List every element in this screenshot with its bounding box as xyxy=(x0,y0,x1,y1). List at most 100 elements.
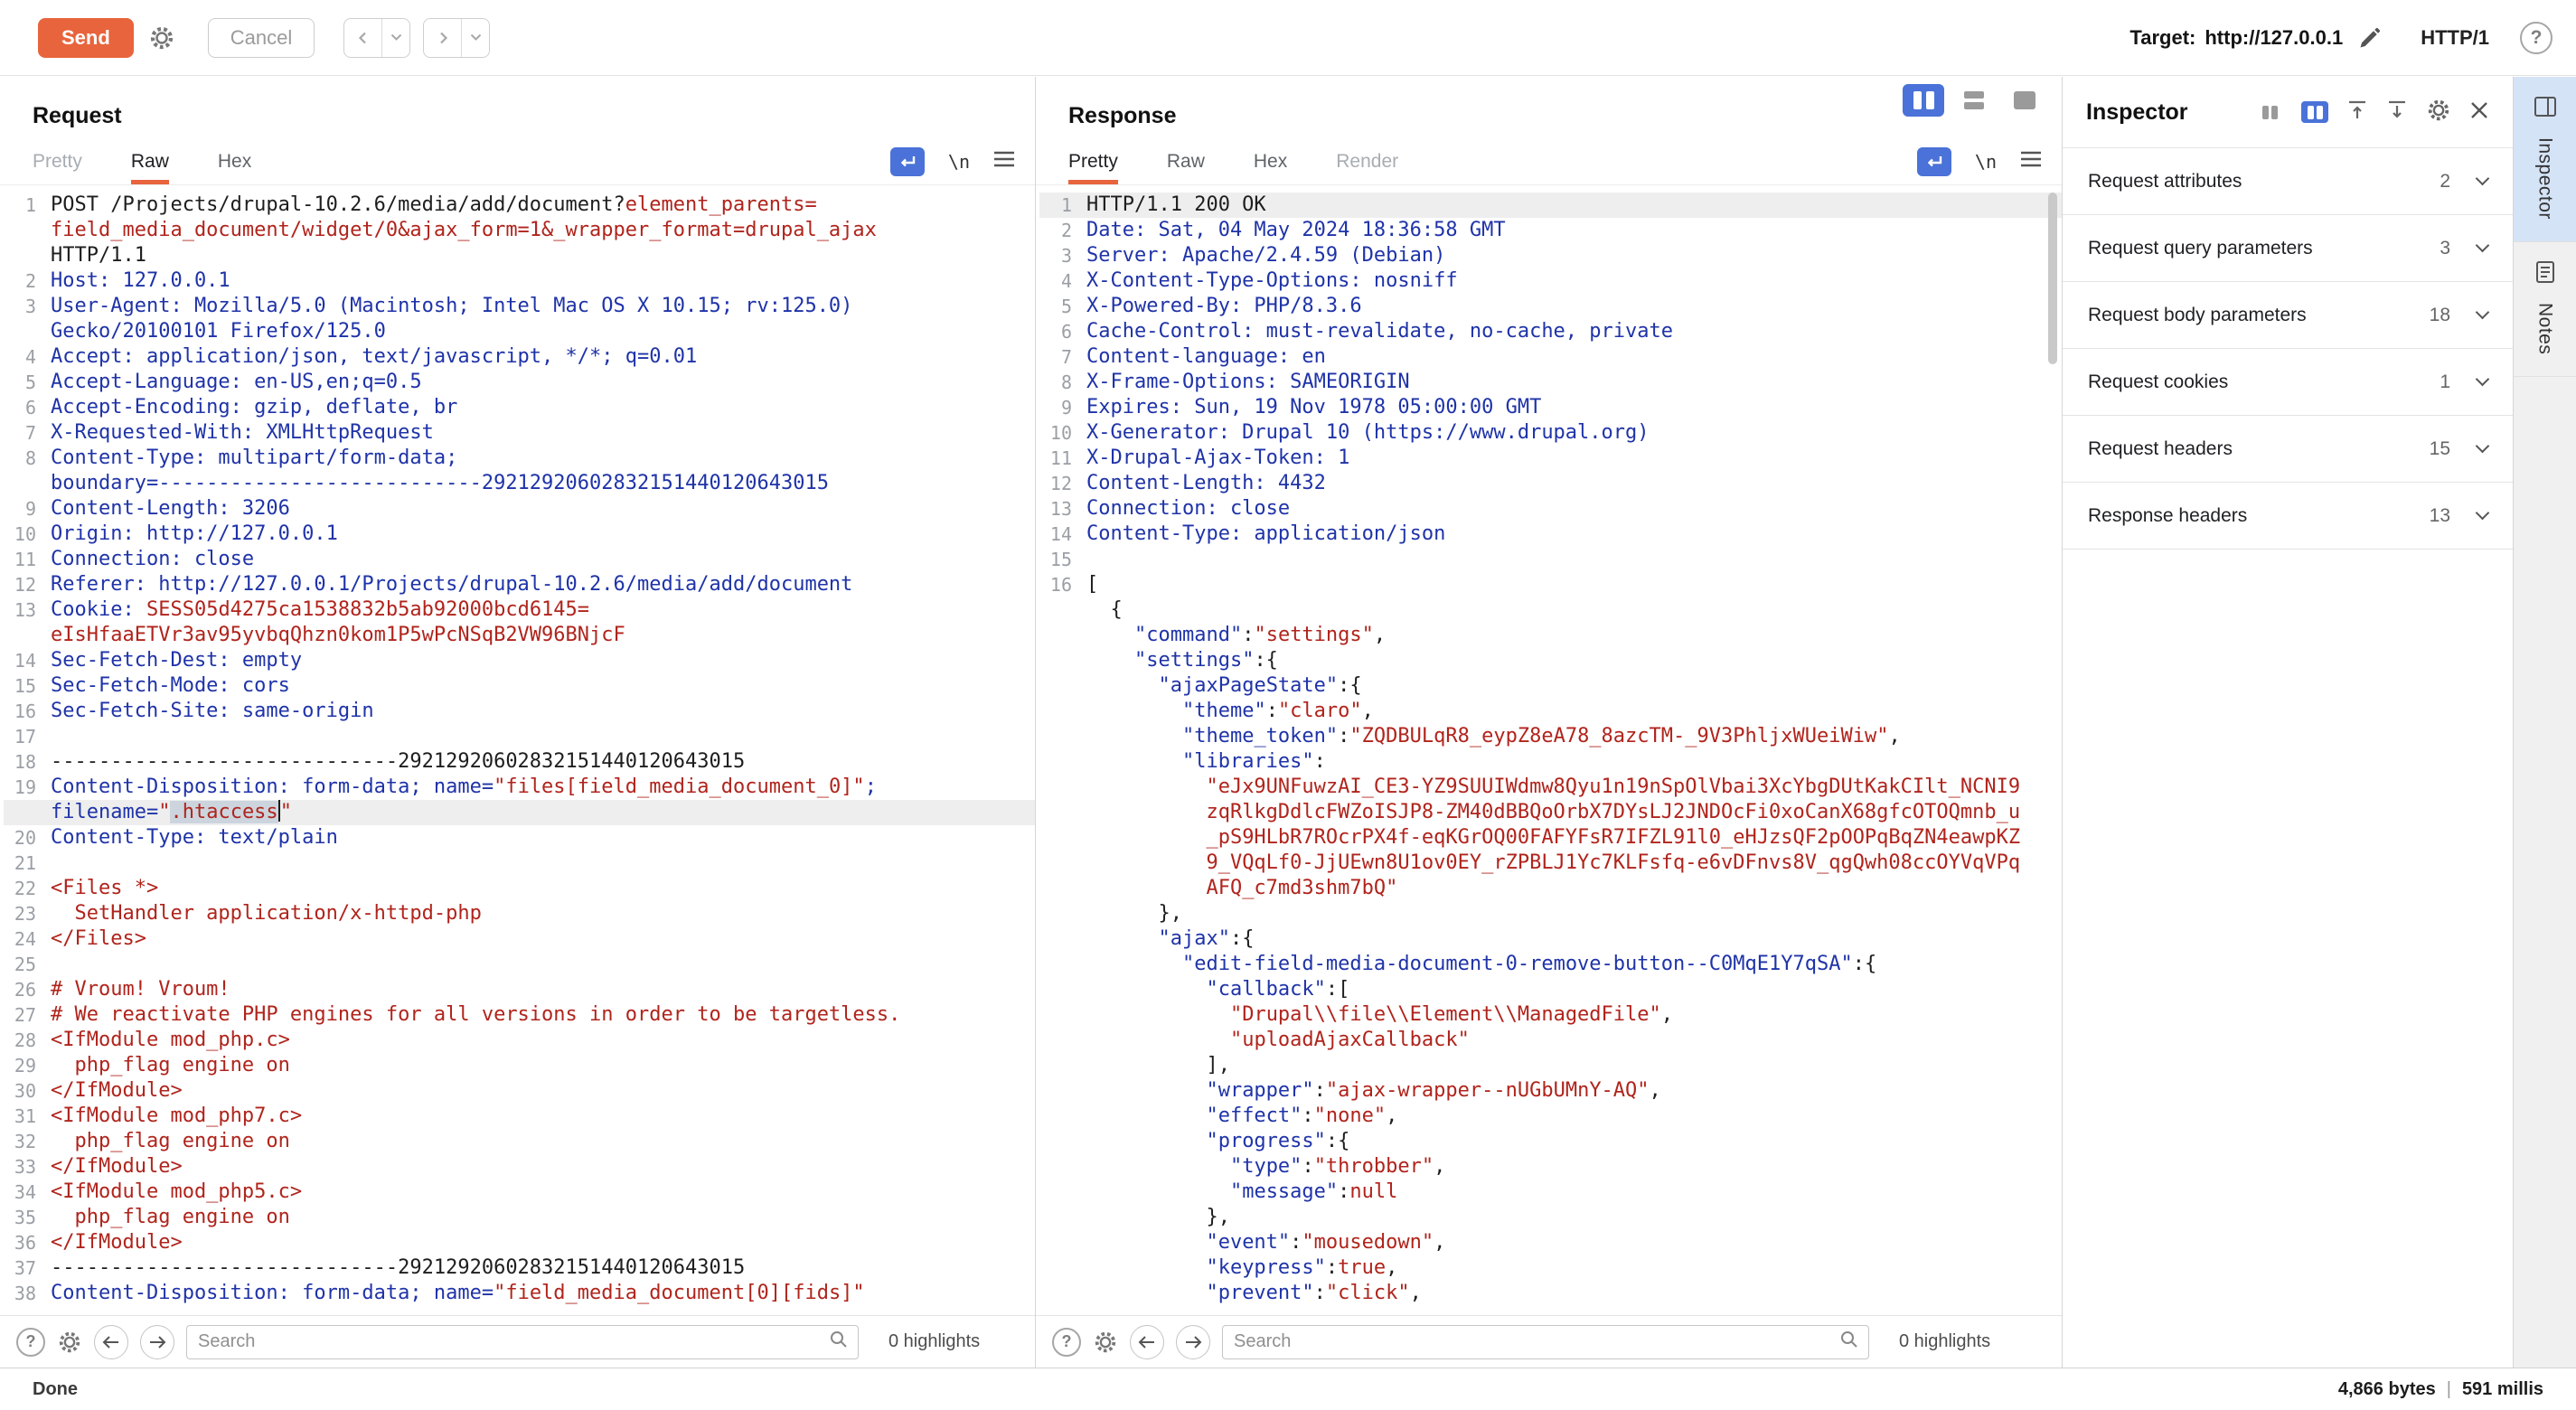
layout-single-button[interactable] xyxy=(2004,84,2045,117)
code-line[interactable]: "ajax":{ xyxy=(1039,926,2062,952)
code-line[interactable]: 33</IfModule> xyxy=(4,1154,1035,1180)
search-settings-gear-icon[interactable] xyxy=(57,1330,82,1355)
search-next-button[interactable] xyxy=(1176,1325,1210,1359)
code-line[interactable]: 12Referer: http://127.0.0.1/Projects/dru… xyxy=(4,572,1035,597)
code-line[interactable]: "type":"throbber", xyxy=(1039,1154,2062,1180)
code-line[interactable]: 11Connection: close xyxy=(4,547,1035,572)
code-line[interactable]: "settings":{ xyxy=(1039,648,2062,673)
tab-render[interactable]: Render xyxy=(1336,138,1398,184)
search-help-icon[interactable]: ? xyxy=(1052,1328,1081,1357)
code-line[interactable]: 2Date: Sat, 04 May 2024 18:36:58 GMT xyxy=(1039,218,2062,243)
code-line[interactable]: 4X-Content-Type-Options: nosniff xyxy=(1039,268,2062,294)
code-line[interactable]: 6Cache-Control: must-revalidate, no-cach… xyxy=(1039,319,2062,344)
code-line[interactable]: zqRlkgDdlcFWZoISJP8-ZM40dBBQoOrbX7DYsLJ2… xyxy=(1039,800,2062,825)
code-line[interactable]: 8Content-Type: multipart/form-data; xyxy=(4,446,1035,471)
code-line[interactable]: "edit-field-media-document-0-remove-butt… xyxy=(1039,952,2062,977)
request-editor[interactable]: 1POST /Projects/drupal-10.2.6/media/add/… xyxy=(0,185,1035,1315)
layout-columns-button[interactable] xyxy=(1903,84,1944,117)
show-newlines-toggle[interactable]: \n xyxy=(948,151,970,173)
code-line[interactable]: "Drupal\\file\\Element\\ManagedFile", xyxy=(1039,1002,2062,1028)
inspector-section-request-cookies[interactable]: Request cookies1 xyxy=(2063,349,2513,416)
tab-hex[interactable]: Hex xyxy=(218,138,251,184)
code-line[interactable]: 32 php_flag engine on xyxy=(4,1129,1035,1154)
code-line[interactable]: "libraries": xyxy=(1039,749,2062,775)
code-line[interactable]: 9_VQqLf0-JjUEwn8U1ov0EY_rZPBLJ1Yc7KLFsfq… xyxy=(1039,851,2062,876)
code-line[interactable]: 28<IfModule mod_php.c> xyxy=(4,1028,1035,1053)
back-icon[interactable] xyxy=(344,19,382,57)
code-line[interactable]: "uploadAjaxCallback" xyxy=(1039,1028,2062,1053)
editor-menu-icon[interactable] xyxy=(993,151,1015,172)
inspector-layout-sidebar-icon[interactable] xyxy=(2301,101,2328,123)
response-scrollbar[interactable] xyxy=(2048,193,2057,364)
code-line[interactable]: 26# Vroum! Vroum! xyxy=(4,977,1035,1002)
code-line[interactable]: filename=".htaccess" xyxy=(4,800,1035,825)
code-line[interactable]: 5X-Powered-By: PHP/8.3.6 xyxy=(1039,294,2062,319)
code-line[interactable]: 38Content-Disposition: form-data; name="… xyxy=(4,1281,1035,1306)
code-line[interactable]: boundary=---------------------------2921… xyxy=(4,471,1035,496)
help-icon[interactable]: ? xyxy=(2520,22,2552,54)
code-line[interactable]: 5Accept-Language: en-US,en;q=0.5 xyxy=(4,370,1035,395)
code-line[interactable]: 16[ xyxy=(1039,572,2062,597)
code-line[interactable]: 12Content-Length: 4432 xyxy=(1039,471,2062,496)
code-line[interactable]: }, xyxy=(1039,1205,2062,1230)
editor-menu-icon[interactable] xyxy=(2020,151,2042,172)
code-line[interactable]: AFQ_c7md3shm7bQ" xyxy=(1039,876,2062,901)
cancel-button[interactable]: Cancel xyxy=(208,18,315,58)
code-line[interactable]: 15Sec-Fetch-Mode: cors xyxy=(4,673,1035,699)
code-line[interactable]: HTTP/1.1 xyxy=(4,243,1035,268)
code-line[interactable]: 25 xyxy=(4,952,1035,977)
expand-all-icon[interactable] xyxy=(2386,99,2408,126)
code-line[interactable]: 3Server: Apache/2.4.59 (Debian) xyxy=(1039,243,2062,268)
code-line[interactable]: 9Content-Length: 3206 xyxy=(4,496,1035,522)
tab-hex[interactable]: Hex xyxy=(1254,138,1287,184)
code-line[interactable]: 20Content-Type: text/plain xyxy=(4,825,1035,851)
code-line[interactable]: _pS9HLbR7ROcrPX4f-eqKGrOQ00FAFYFsR7IFZL9… xyxy=(1039,825,2062,851)
code-line[interactable]: }, xyxy=(1039,901,2062,926)
word-wrap-toggle-icon[interactable] xyxy=(1917,147,1951,176)
tab-pretty[interactable]: Pretty xyxy=(33,138,82,184)
forward-history-dropdown-icon[interactable] xyxy=(462,19,489,57)
inspector-settings-gear-icon[interactable] xyxy=(2426,98,2451,127)
code-line[interactable]: "callback":[ xyxy=(1039,977,2062,1002)
code-line[interactable]: 10X-Generator: Drupal 10 (https://www.dr… xyxy=(1039,420,2062,446)
back-history-dropdown-icon[interactable] xyxy=(382,19,409,57)
code-line[interactable]: 21 xyxy=(4,851,1035,876)
code-line[interactable]: 19Content-Disposition: form-data; name="… xyxy=(4,775,1035,800)
code-line[interactable]: 2Host: 127.0.0.1 xyxy=(4,268,1035,294)
code-line[interactable]: eIsHfaaETVr3av95yvbqQhzn0kom1P5wPcNSqB2V… xyxy=(4,623,1035,648)
code-line[interactable]: "theme_token":"ZQDBULqR8_eypZ8eA78_8azcT… xyxy=(1039,724,2062,749)
search-prev-button[interactable] xyxy=(1130,1325,1164,1359)
code-line[interactable]: "event":"mousedown", xyxy=(1039,1230,2062,1255)
code-line[interactable]: "progress":{ xyxy=(1039,1129,2062,1154)
code-line[interactable]: 17 xyxy=(4,724,1035,749)
code-line[interactable]: 24</Files> xyxy=(4,926,1035,952)
code-line[interactable]: 1HTTP/1.1 200 OK xyxy=(1039,193,2062,218)
code-line[interactable]: 6Accept-Encoding: gzip, deflate, br xyxy=(4,395,1035,420)
code-line[interactable]: 22<Files *> xyxy=(4,876,1035,901)
code-line[interactable]: 1POST /Projects/drupal-10.2.6/media/add/… xyxy=(4,193,1035,218)
code-line[interactable]: 11X-Drupal-Ajax-Token: 1 xyxy=(1039,446,2062,471)
code-line[interactable]: "effect":"none", xyxy=(1039,1104,2062,1129)
code-line[interactable]: 10Origin: http://127.0.0.1 xyxy=(4,522,1035,547)
http-version-selector[interactable]: HTTP/1 xyxy=(2421,26,2489,50)
code-line[interactable]: Gecko/20100101 Firefox/125.0 xyxy=(4,319,1035,344)
collapse-all-icon[interactable] xyxy=(2346,99,2368,126)
code-line[interactable]: 34<IfModule mod_php5.c> xyxy=(4,1180,1035,1205)
code-line[interactable]: 14Sec-Fetch-Dest: empty xyxy=(4,648,1035,673)
search-next-button[interactable] xyxy=(140,1325,174,1359)
response-viewer[interactable]: 1HTTP/1.1 200 OK2Date: Sat, 04 May 2024 … xyxy=(1036,185,2062,1315)
search-prev-button[interactable] xyxy=(94,1325,128,1359)
request-search-input[interactable] xyxy=(187,1331,829,1352)
edit-target-pencil-icon[interactable] xyxy=(2357,25,2383,51)
code-line[interactable]: "ajaxPageState":{ xyxy=(1039,673,2062,699)
code-line[interactable]: "prevent":"click", xyxy=(1039,1281,2062,1306)
inspector-section-request-query-parameters[interactable]: Request query parameters3 xyxy=(2063,215,2513,282)
code-line[interactable]: 37-----------------------------292129206… xyxy=(4,1255,1035,1281)
code-line[interactable]: field_media_document/widget/0&ajax_form=… xyxy=(4,218,1035,243)
code-line[interactable]: 8X-Frame-Options: SAMEORIGIN xyxy=(1039,370,2062,395)
code-line[interactable]: "wrapper":"ajax-wrapper--nUGbUMnY-AQ", xyxy=(1039,1078,2062,1104)
code-line[interactable]: 13Connection: close xyxy=(1039,496,2062,522)
code-line[interactable]: 18-----------------------------292129206… xyxy=(4,749,1035,775)
code-line[interactable]: 27# We reactivate PHP engines for all ve… xyxy=(4,1002,1035,1028)
tab-raw[interactable]: Raw xyxy=(1167,138,1205,184)
